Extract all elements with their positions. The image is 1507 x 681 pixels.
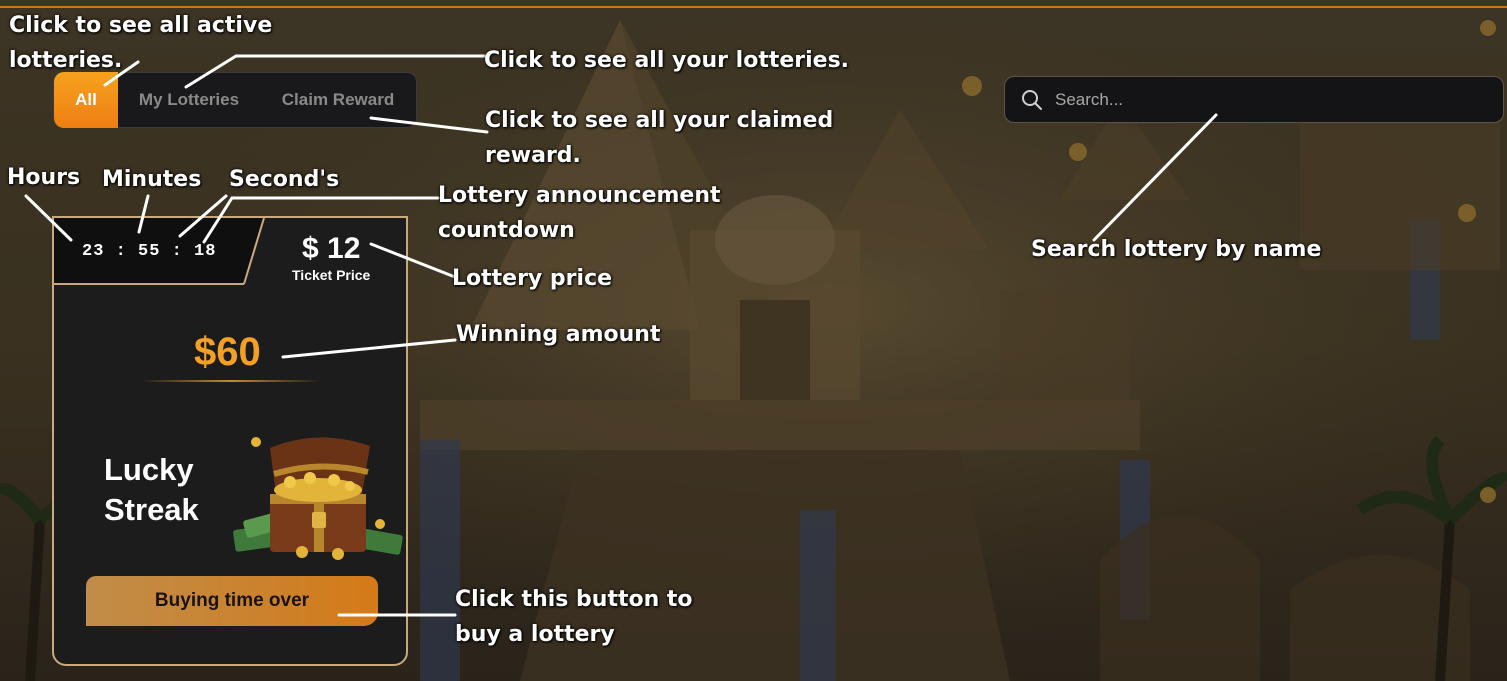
note-buy-line1: Click this button to: [455, 587, 693, 612]
lottery-tabs: All My Lotteries Claim Reward: [53, 72, 417, 128]
tab-my-lotteries[interactable]: My Lotteries: [118, 72, 260, 128]
note-price: Lottery price: [452, 266, 613, 291]
note-claim-reward-line1: Click to see all your claimed: [485, 108, 834, 133]
note-all-tab: Click to see all active lotteries.: [9, 8, 272, 78]
countdown-timer: 23 : 55 : 18: [82, 242, 217, 261]
lottery-card: 23 : 55 : 18 $ 12 Ticket Price $60 Lucky…: [52, 216, 408, 666]
note-buy: Click this button to buy a lottery: [455, 582, 693, 652]
note-hours: Hours: [7, 165, 81, 190]
note-search: Search lottery by name: [1031, 237, 1322, 262]
search-box[interactable]: [1004, 76, 1504, 123]
note-minutes: Minutes: [102, 167, 202, 192]
note-my-lotteries: Click to see all your lotteries.: [484, 48, 850, 73]
ticket-price: $ 12: [302, 232, 361, 265]
buy-lottery-button[interactable]: Buying time over: [86, 576, 378, 626]
note-countdown-line1: Lottery announcement: [438, 183, 721, 208]
note-seconds: Second's: [229, 167, 340, 192]
ticket-price-label: Ticket Price: [292, 267, 371, 283]
search-icon: [1022, 89, 1042, 110]
note-buy-line2: buy a lottery: [455, 622, 615, 647]
note-claim-reward-line2: reward.: [485, 143, 581, 168]
search-input[interactable]: [1055, 89, 1475, 110]
note-all-tab-line2: lotteries.: [9, 48, 123, 73]
note-winning: Winning amount: [456, 322, 661, 347]
note-all-tab-line1: Click to see all active: [9, 13, 273, 38]
note-claim-reward: Click to see all your claimed reward.: [485, 103, 833, 173]
prize-underline: [140, 380, 322, 382]
winning-amount: $60: [194, 330, 261, 374]
treasure-chest-icon: [233, 437, 403, 560]
note-countdown-line2: countdown: [438, 218, 575, 243]
tab-all[interactable]: All: [54, 72, 118, 128]
tab-claim-reward[interactable]: Claim Reward: [260, 72, 416, 128]
note-countdown: Lottery announcement countdown: [438, 178, 721, 248]
